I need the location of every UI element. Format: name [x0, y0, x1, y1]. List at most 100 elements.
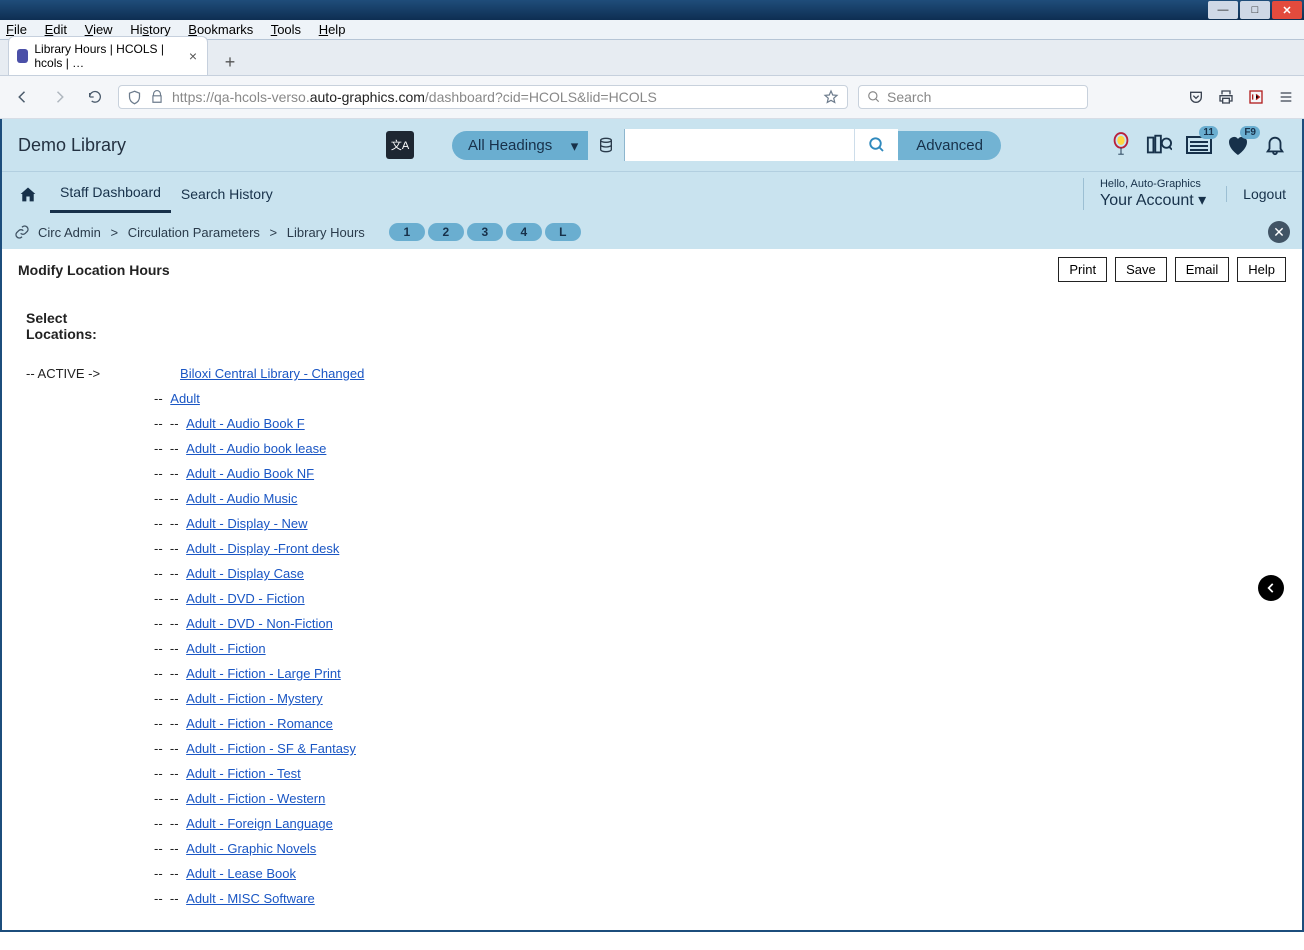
nav-staff-dashboard[interactable]: Staff Dashboard: [50, 174, 171, 213]
balloon-icon[interactable]: [1110, 132, 1132, 158]
location-link[interactable]: Adult - Audio Book NF: [186, 466, 314, 481]
search-icon: [867, 90, 881, 104]
location-link[interactable]: Adult - Display -Front desk: [186, 541, 339, 556]
breadcrumb-item[interactable]: Circulation Parameters: [128, 225, 260, 240]
headings-dropdown[interactable]: All Headings: [452, 131, 588, 160]
new-tab-button[interactable]: +: [216, 49, 244, 75]
location-link[interactable]: Adult - Graphic Novels: [186, 841, 316, 856]
tree-prefix: -- --: [154, 516, 182, 531]
location-link[interactable]: Adult - Fiction - Romance: [186, 716, 333, 731]
menu-view[interactable]: View: [85, 22, 113, 37]
nav-reload-button[interactable]: [82, 84, 108, 110]
nav-forward-button[interactable]: [46, 84, 72, 110]
tree-row: -- -- Adult - Graphic Novels: [154, 841, 1266, 856]
scroll-pane[interactable]: Select Locations: -- ACTIVE -> Biloxi Ce…: [26, 310, 1278, 920]
menu-bookmarks[interactable]: Bookmarks: [188, 22, 253, 37]
location-link[interactable]: Adult - Fiction: [186, 641, 265, 656]
advanced-search-button[interactable]: Advanced: [898, 131, 1001, 160]
tree-row: -- -- Adult - DVD - Non-Fiction: [154, 616, 1266, 631]
logout-link[interactable]: Logout: [1226, 186, 1286, 202]
home-icon[interactable]: [18, 185, 38, 203]
url-bar[interactable]: https://qa-hcols-verso.auto-graphics.com…: [118, 85, 848, 109]
menu-help[interactable]: Help: [319, 22, 346, 37]
location-link[interactable]: Adult - DVD - Fiction: [186, 591, 304, 606]
browser-search-input[interactable]: Search: [858, 85, 1088, 109]
pocket-icon[interactable]: [1188, 89, 1204, 105]
root-location-link[interactable]: Biloxi Central Library - Changed: [180, 366, 364, 381]
search-button[interactable]: [854, 129, 898, 161]
database-icon[interactable]: [588, 136, 624, 154]
lock-icon[interactable]: [150, 90, 164, 104]
print-button[interactable]: Print: [1058, 257, 1107, 282]
location-link[interactable]: Adult - Fiction - Large Print: [186, 666, 341, 681]
tree-row: -- -- Adult - Audio Book NF: [154, 466, 1266, 481]
tab-title: Library Hours | HCOLS | hcols | …: [34, 42, 182, 70]
mcafee-icon[interactable]: [1248, 89, 1264, 105]
location-link[interactable]: Adult - Audio Music: [186, 491, 297, 506]
location-link[interactable]: Adult - Display Case: [186, 566, 304, 581]
location-link[interactable]: Adult - Display - New: [186, 516, 307, 531]
location-link[interactable]: Adult - Lease Book: [186, 866, 296, 881]
url-text: https://qa-hcols-verso.auto-graphics.com…: [172, 89, 815, 105]
location-link[interactable]: Adult - MISC Software: [186, 891, 315, 906]
page-pill-3[interactable]: 3: [467, 223, 503, 241]
tree-prefix: -- --: [154, 616, 182, 631]
help-button[interactable]: Help: [1237, 257, 1286, 282]
location-link[interactable]: Adult - DVD - Non-Fiction: [186, 616, 333, 631]
tab-favicon-icon: [17, 49, 28, 63]
tree-row: -- -- Adult - Fiction - Romance: [154, 716, 1266, 731]
window-minimize-button[interactable]: —: [1208, 1, 1238, 19]
page-pill-1[interactable]: 1: [389, 223, 425, 241]
browser-tab[interactable]: Library Hours | HCOLS | hcols | … ×: [8, 36, 208, 75]
tree-row: -- -- Adult - Display - New: [154, 516, 1266, 531]
breadcrumb-item[interactable]: Circ Admin: [38, 225, 101, 240]
location-link[interactable]: Adult: [170, 391, 200, 406]
list-icon[interactable]: 11: [1186, 134, 1212, 156]
tree-row: -- -- Adult - Audio book lease: [154, 441, 1266, 456]
tree-row: -- -- Adult - Display Case: [154, 566, 1266, 581]
favorites-badge: F9: [1240, 126, 1260, 139]
window-maximize-button[interactable]: □: [1240, 1, 1270, 19]
tree-prefix: -- --: [154, 891, 182, 906]
menu-history[interactable]: History: [130, 22, 170, 37]
collapse-panel-button[interactable]: [1258, 575, 1284, 601]
shield-icon[interactable]: [127, 90, 142, 105]
tab-close-icon[interactable]: ×: [189, 49, 197, 63]
books-icon[interactable]: [1146, 133, 1172, 157]
bookmark-star-icon[interactable]: [823, 89, 839, 105]
tree-prefix: -- --: [154, 491, 182, 506]
window-close-button[interactable]: ✕: [1272, 1, 1302, 19]
nav-back-button[interactable]: [10, 84, 36, 110]
close-panel-button[interactable]: ✕: [1268, 221, 1290, 243]
catalog-search-input[interactable]: [624, 129, 854, 161]
tree-row: -- -- Adult - Fiction - Test: [154, 766, 1266, 781]
location-link[interactable]: Adult - Fiction - SF & Fantasy: [186, 741, 356, 756]
favorites-icon[interactable]: F9: [1226, 134, 1250, 156]
language-icon[interactable]: 文A: [386, 131, 414, 159]
tree-root-row: -- ACTIVE -> Biloxi Central Library - Ch…: [26, 366, 1266, 381]
hamburger-menu-icon[interactable]: [1278, 89, 1294, 105]
page-pill-last[interactable]: L: [545, 223, 581, 241]
location-link[interactable]: Adult - Audio book lease: [186, 441, 326, 456]
notifications-icon[interactable]: [1264, 133, 1286, 157]
save-button[interactable]: Save: [1115, 257, 1167, 282]
page-pill-4[interactable]: 4: [506, 223, 542, 241]
tree-prefix: -- --: [154, 841, 182, 856]
menu-edit[interactable]: Edit: [45, 22, 67, 37]
tree-prefix: -- --: [154, 741, 182, 756]
page-pill-2[interactable]: 2: [428, 223, 464, 241]
location-link[interactable]: Adult - Audio Book F: [186, 416, 305, 431]
your-account-dropdown[interactable]: Your Account ▾: [1100, 190, 1206, 210]
select-locations-label: Select Locations:: [26, 310, 1266, 342]
menu-tools[interactable]: Tools: [271, 22, 301, 37]
location-link[interactable]: Adult - Foreign Language: [186, 816, 333, 831]
location-link[interactable]: Adult - Fiction - Test: [186, 766, 301, 781]
location-link[interactable]: Adult - Fiction - Western: [186, 791, 325, 806]
breadcrumb-row: Circ Admin > Circulation Parameters > Li…: [2, 215, 1302, 249]
browser-tabstrip: Library Hours | HCOLS | hcols | … × +: [0, 40, 1304, 76]
nav-search-history[interactable]: Search History: [171, 176, 283, 212]
location-link[interactable]: Adult - Fiction - Mystery: [186, 691, 323, 706]
menu-file[interactable]: File: [6, 22, 27, 37]
print-icon[interactable]: [1218, 89, 1234, 105]
email-button[interactable]: Email: [1175, 257, 1230, 282]
